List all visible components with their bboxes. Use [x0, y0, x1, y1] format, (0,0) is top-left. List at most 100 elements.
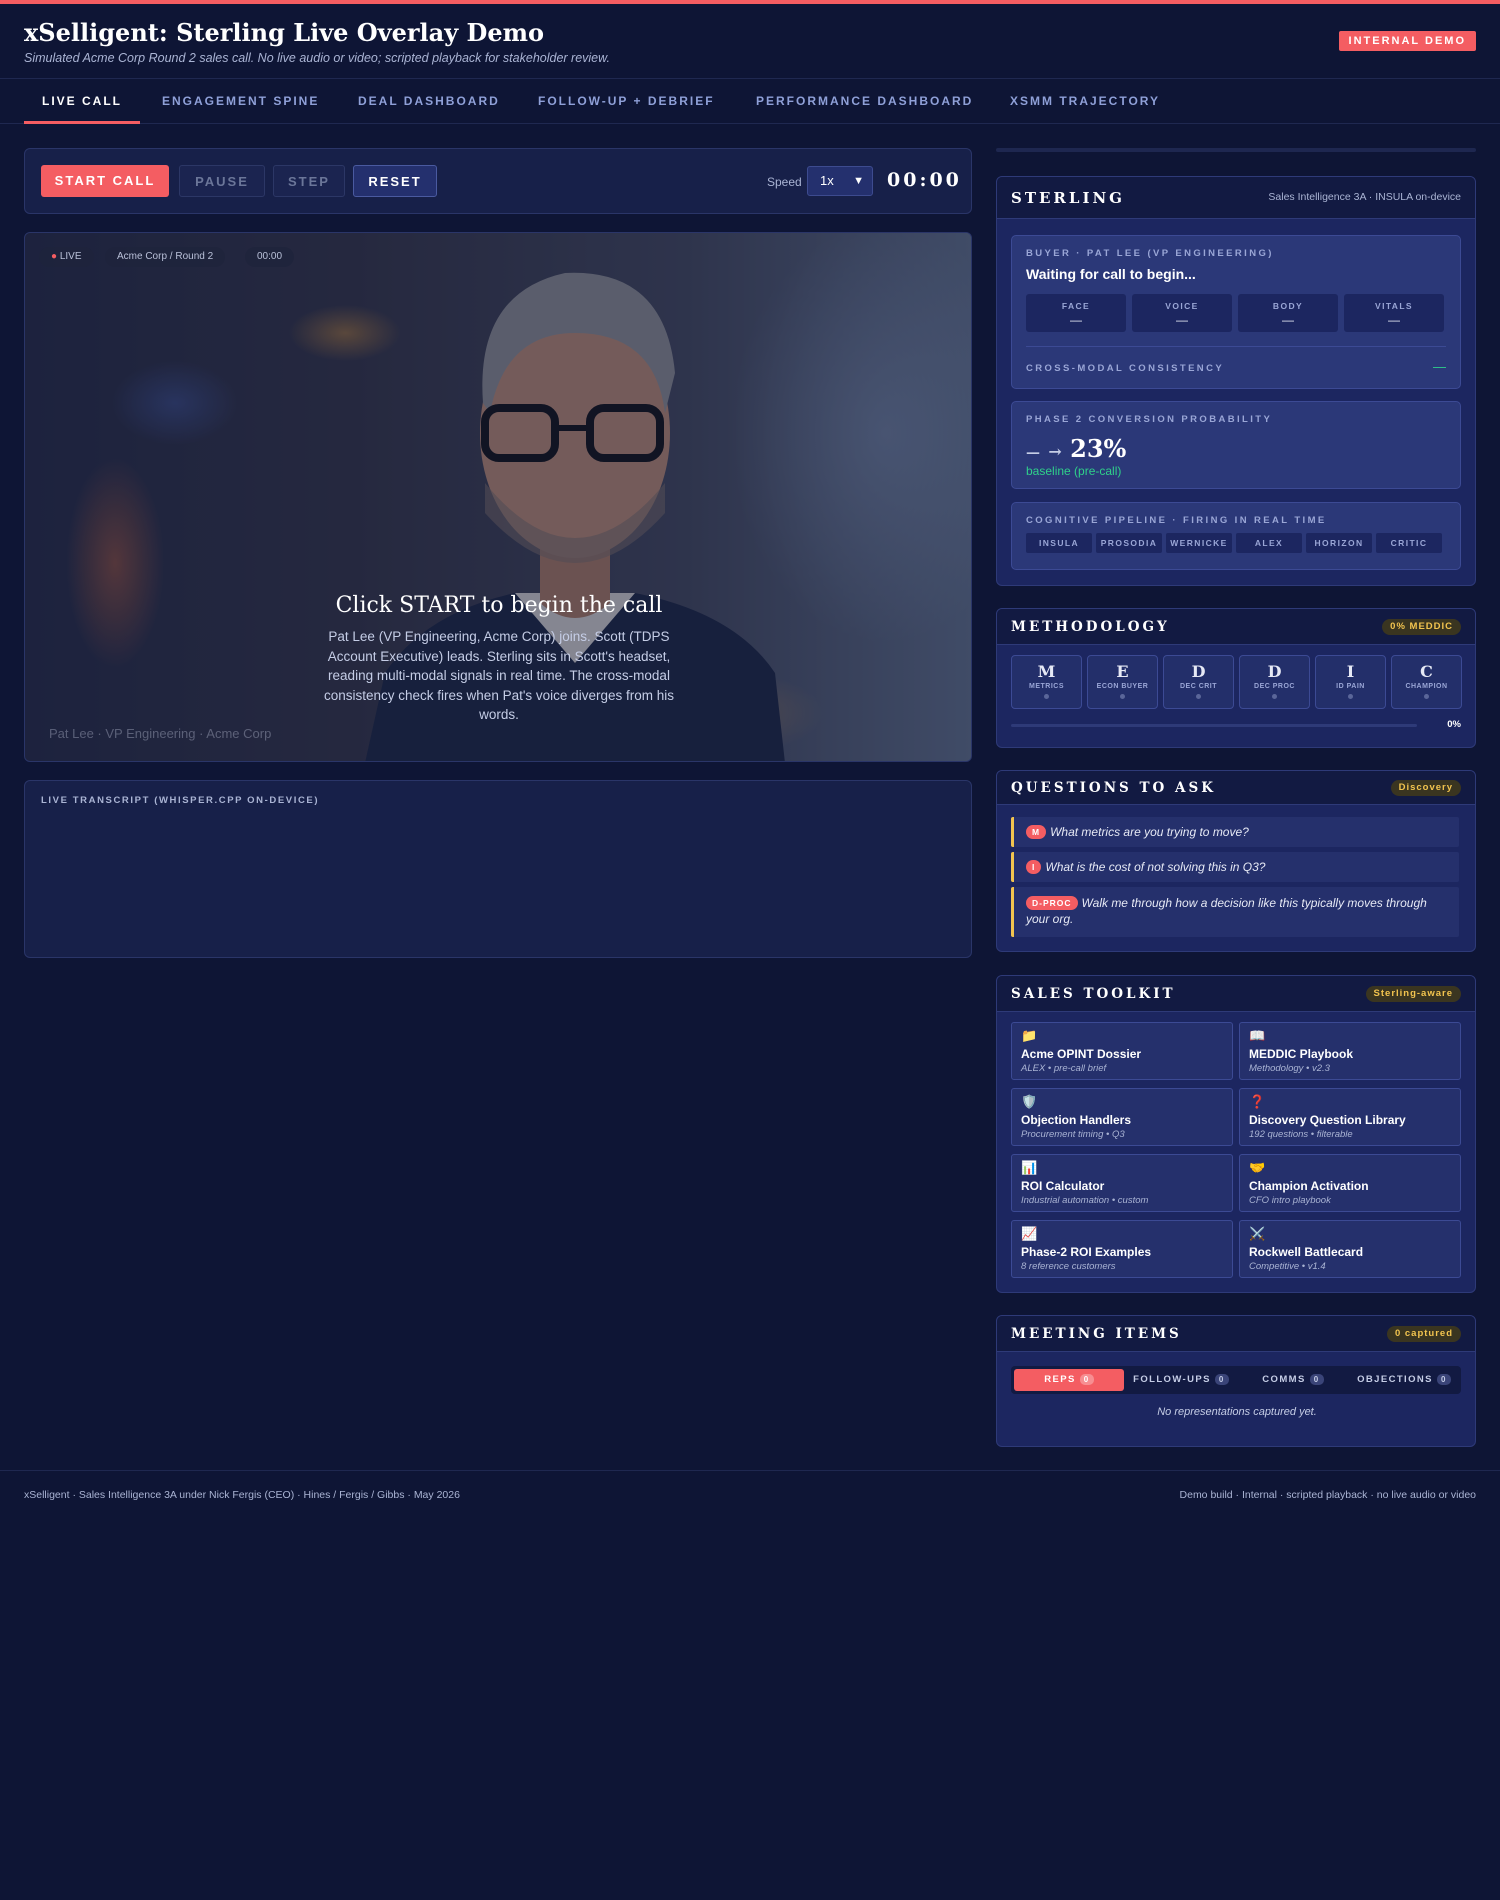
buyer-label: BUYER · PAT LEE (VP ENGINEERING): [1026, 248, 1274, 259]
tool-name: Acme OPINT Dossier: [1021, 1047, 1142, 1061]
meddic-letter: C: [1420, 662, 1433, 681]
sterling-header: STERLING Sales Intelligence 3A · INSULA …: [997, 177, 1475, 219]
bar-chart-icon: 📊: [1021, 1160, 1038, 1175]
meeting-chip: Acme Corp / Round 2: [105, 247, 226, 267]
internal-demo-badge: INTERNAL DEMO: [1338, 31, 1476, 51]
question-tag: M: [1026, 825, 1047, 839]
question-item[interactable]: D-PROC Walk me through how a decision lik…: [1011, 887, 1459, 937]
status-dot: [1348, 694, 1353, 699]
meddic-dec-proc[interactable]: D DEC PROC: [1239, 655, 1310, 709]
question-item[interactable]: I What is the cost of not solving this in…: [1011, 852, 1459, 882]
question-icon: ❓: [1249, 1094, 1266, 1109]
consistency-value: —: [1433, 359, 1446, 374]
meeting-title: MEETING ITEMS: [1011, 1326, 1182, 1342]
tab-reps[interactable]: REPS 0: [1014, 1369, 1124, 1391]
meddic-score-badge: 0% MEDDIC: [1382, 619, 1461, 635]
tab-objections[interactable]: OBJECTIONS 0: [1349, 1369, 1459, 1391]
shield-icon: 🛡️: [1021, 1094, 1038, 1109]
tool-name: MEDDIC Playbook: [1249, 1047, 1354, 1061]
pipeline-label: COGNITIVE PIPELINE · FIRING IN REAL TIME: [1026, 515, 1327, 526]
trend-chart-icon: 📈: [1021, 1226, 1038, 1241]
folder-icon: 📁: [1021, 1028, 1038, 1043]
tab-live-call[interactable]: LIVE CALL: [24, 79, 140, 124]
meddic-progress-bar: [1011, 724, 1417, 727]
swords-icon: ⚔️: [1249, 1226, 1266, 1241]
tab-follow-up-debrief[interactable]: FOLLOW-UP + DEBRIEF: [538, 79, 715, 124]
tool-subtitle: Competitive • v1.4: [1249, 1261, 1326, 1272]
methodology-panel: METHODOLOGY 0% MEDDIC M METRICS E ECON BUY…: [996, 608, 1476, 748]
tool-subtitle: CFO intro playbook: [1249, 1195, 1331, 1206]
tool-rockwell-battlecard[interactable]: ⚔️ Rockwell Battlecard Competitive • v1.4: [1239, 1220, 1461, 1278]
meddic-letter: E: [1116, 662, 1129, 681]
speed-value: 1x: [820, 173, 834, 188]
tab-performance-dashboard[interactable]: PERFORMANCE DASHBOARD: [756, 79, 973, 124]
start-call-button[interactable]: START CALL: [41, 165, 169, 197]
signal-body: BODY —: [1238, 294, 1338, 332]
tab-follow-ups[interactable]: FOLLOW-UPS 0: [1125, 1369, 1237, 1391]
status-dot: [1196, 694, 1201, 699]
sales-toolkit-panel: SALES TOOLKIT Sterling-aware 📁 Acme OPINT…: [996, 975, 1476, 1293]
tab-engagement-spine[interactable]: ENGAGEMENT SPINE: [162, 79, 319, 124]
pipeline-alex: ALEX: [1236, 533, 1302, 553]
tool-name: ROI Calculator: [1021, 1179, 1105, 1193]
tool-phase2-roi-examples[interactable]: 📈 Phase-2 ROI Examples 8 reference custome…: [1011, 1220, 1233, 1278]
tab-comms[interactable]: COMMS 0: [1237, 1369, 1349, 1391]
tab-deal-dashboard[interactable]: DEAL DASHBOARD: [358, 79, 500, 124]
tool-champion-activation[interactable]: 🤝 Champion Activation CFO intro playbook: [1239, 1154, 1461, 1212]
tab-xsmm-trajectory[interactable]: XSMM TRAJECTORY: [1010, 79, 1160, 124]
status-dot: [1424, 694, 1429, 699]
tool-meddic-playbook[interactable]: 📖 MEDDIC Playbook Methodology • v2.3: [1239, 1022, 1461, 1080]
consistency-label: CROSS-MODAL CONSISTENCY: [1026, 363, 1225, 374]
tool-discovery-question-library[interactable]: ❓ Discovery Question Library 192 questions…: [1239, 1088, 1461, 1146]
probability-note: baseline (pre-call): [1026, 464, 1122, 478]
page-title: xSelligent: Sterling Live Overlay Demo: [24, 18, 544, 47]
page-subtitle: Simulated Acme Corp Round 2 sales call. …: [24, 51, 610, 65]
question-tag: D-PROC: [1026, 896, 1078, 910]
video-time-chip: 00:00: [245, 247, 295, 267]
signal-voice: VOICE —: [1132, 294, 1232, 332]
accent-stripe: [0, 0, 1500, 4]
meeting-items-panel: MEETING ITEMS 0 captured REPS 0 FOLLOW-UP…: [996, 1315, 1476, 1447]
meddic-metrics[interactable]: M METRICS: [1011, 655, 1082, 709]
divider: [996, 148, 1476, 152]
buyer-status: Waiting for call to begin...: [1026, 266, 1196, 282]
meddic-progress-label: 0%: [1447, 719, 1461, 730]
methodology-header: METHODOLOGY 0% MEDDIC: [997, 609, 1475, 645]
question-item[interactable]: M What metrics are you trying to move?: [1011, 817, 1459, 847]
meddic-name: DEC PROC: [1254, 683, 1295, 690]
meddic-champion[interactable]: C CHAMPION: [1391, 655, 1462, 709]
footer-build-info: Demo build · Internal · scripted playbac…: [1179, 1489, 1476, 1501]
transcript-label: LIVE TRANSCRIPT (WHISPER.CPP ON-DEVICE): [41, 795, 320, 806]
probability-value: 23%: [1070, 434, 1127, 463]
signal-body-value: —: [1282, 313, 1294, 327]
tool-roi-calculator[interactable]: 📊 ROI Calculator Industrial automation • c…: [1011, 1154, 1233, 1212]
tool-subtitle: Procurement timing • Q3: [1021, 1129, 1125, 1140]
tool-subtitle: 8 reference customers: [1021, 1261, 1116, 1272]
pipeline-horizon: HORIZON: [1306, 533, 1372, 553]
tool-name: Champion Activation: [1249, 1179, 1369, 1193]
meddic-name: METRICS: [1029, 683, 1064, 690]
meeting-tabs: REPS 0 FOLLOW-UPS 0 COMMS 0 OBJECTIONS 0: [1011, 1366, 1461, 1394]
meddic-letter: D: [1191, 662, 1206, 681]
meddic-dec-crit[interactable]: D DEC CRIT: [1163, 655, 1234, 709]
meddic-econ-buyer[interactable]: E ECON BUYER: [1087, 655, 1158, 709]
page-header: xSelligent: Sterling Live Overlay Demo S…: [24, 18, 1476, 70]
book-icon: 📖: [1249, 1028, 1266, 1043]
tool-acme-opint-dossier[interactable]: 📁 Acme OPINT Dossier ALEX • pre-call brief: [1011, 1022, 1233, 1080]
count-badge: 0: [1079, 1374, 1094, 1385]
step-button[interactable]: STEP: [273, 165, 345, 197]
count-badge: 0: [1309, 1374, 1324, 1385]
captured-count-badge: 0 captured: [1386, 1326, 1461, 1342]
meddic-letter: M: [1037, 662, 1056, 681]
signal-voice-value: —: [1176, 313, 1188, 327]
speed-select[interactable]: 1x ▼: [807, 166, 873, 196]
meddic-letter: D: [1267, 662, 1282, 681]
pipeline-prosodia: PROSODIA: [1096, 533, 1162, 553]
empty-state-text: No representations captured yet.: [1157, 1406, 1317, 1418]
meddic-id-pain[interactable]: I ID PAIN: [1315, 655, 1386, 709]
signal-vitals-value: —: [1388, 313, 1400, 327]
reset-button[interactable]: RESET: [353, 165, 437, 197]
tool-objection-handlers[interactable]: 🛡️ Objection Handlers Procurement timing •…: [1011, 1088, 1233, 1146]
count-badge: 0: [1436, 1374, 1451, 1385]
pause-button[interactable]: PAUSE: [179, 165, 265, 197]
